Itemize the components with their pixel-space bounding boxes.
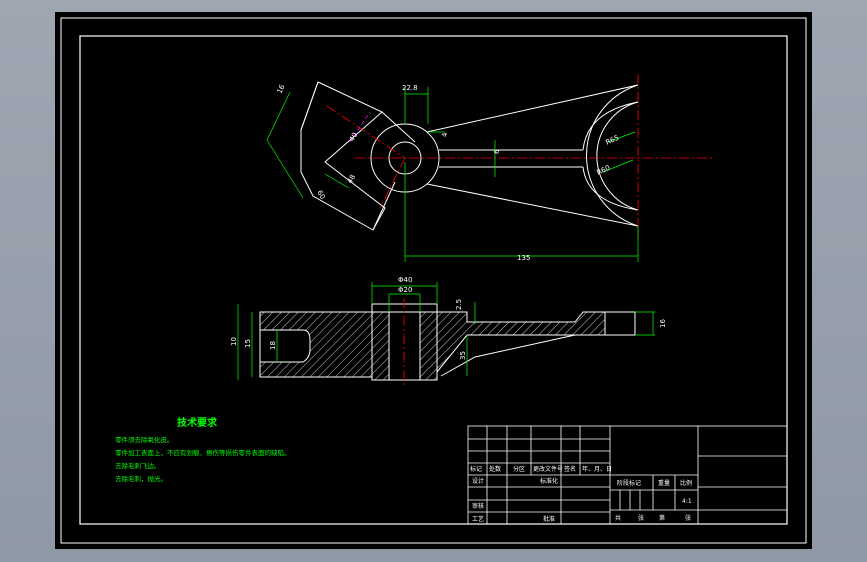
bore [388, 311, 421, 381]
tb-header-0: 标记 [470, 465, 482, 473]
fork-slot-ends [579, 149, 583, 168]
slot-lines [439, 149, 579, 168]
dim-line-16 [266, 91, 291, 141]
tb-standardize: 标准化 [540, 477, 558, 485]
tech-requirements: 技术要求 零件须去除氧化皮。 零件加工表面上，不应有划痕、擦伤等损伤零件表面的缺… [115, 416, 291, 483]
dim-text-phi40: Φ40 [398, 276, 412, 284]
arm-top-edge [381, 111, 416, 143]
top-view [300, 81, 639, 231]
section-hub-right-hatch [419, 311, 438, 381]
fork-transitions [582, 101, 639, 211]
dim-text-16: 16 [276, 83, 287, 95]
title-block-text: 标记 处数 分区 更改文件号 签名 年、月、日 设计 标准化 审核 工艺 批准 … [470, 465, 692, 523]
dim-text-h10: 10 [230, 337, 238, 346]
drawing-sheet: 22.8 135 16 60 48 40 6 4 R65 R60 Φ40 Φ20… [55, 12, 812, 549]
dim-text-h35: 35 [459, 351, 467, 360]
tb-sheets-of: 张 [638, 514, 644, 522]
dim-text-60: 60 [315, 189, 326, 201]
tech-item-4: 去除毛刺，抛光。 [115, 474, 167, 483]
dim-text-h18: 18 [269, 341, 277, 350]
tb-sheet-unit: 张 [685, 514, 691, 522]
tb-sheets-total: 共 [615, 514, 621, 522]
dim-text-h15: 15 [244, 339, 252, 348]
dim-text-48: 48 [346, 173, 357, 185]
cad-canvas: 22.8 135 16 60 48 40 6 4 R65 R60 Φ40 Φ20… [60, 17, 807, 544]
tech-item-2: 零件加工表面上，不应有划痕、擦伤等损伤零件表面的缺陷。 [115, 448, 291, 457]
fork-end [605, 311, 636, 336]
tb-scale-value: 4:1 [682, 498, 692, 505]
fork-outer-arc [586, 84, 639, 227]
arm-edge [300, 81, 319, 131]
tb-review: 审核 [472, 502, 484, 510]
arm-centerline-2 [379, 157, 406, 209]
tb-header-5: 年、月、日 [582, 465, 612, 473]
dim-text-22: 22.8 [402, 84, 418, 92]
tb-sheet-no: 第 [659, 514, 665, 522]
section-view [259, 298, 636, 388]
dim-text-135: 135 [517, 254, 530, 262]
tech-title: 技术要求 [177, 416, 218, 429]
angled-arm-outline [300, 81, 386, 231]
section-hub-left-hatch [371, 311, 390, 381]
body-bottom-edge [426, 183, 639, 227]
tb-stage-mark: 阶段标记 [617, 479, 641, 487]
tech-item-1: 零件须去除氧化皮。 [115, 435, 174, 444]
dim-text-4: 4 [441, 132, 449, 137]
tb-design: 设计 [472, 477, 484, 485]
outer-border [60, 17, 807, 544]
tb-process: 工艺 [472, 515, 484, 523]
tb-header-1: 处数 [489, 465, 501, 473]
dim-text-phi20: Φ20 [398, 286, 412, 294]
top-view-dimensions [266, 87, 639, 262]
tb-scale: 比例 [680, 479, 692, 487]
tech-item-3: 去除毛刺飞边。 [115, 461, 161, 470]
fork-inner-arc [596, 101, 639, 211]
dim-text-r65: R65 [604, 134, 620, 147]
tb-approve: 批准 [543, 515, 555, 523]
title-block [467, 425, 788, 525]
tb-header-4: 签名 [564, 465, 576, 473]
tb-weight: 重量 [658, 479, 670, 487]
dim-text-6: 6 [493, 149, 501, 154]
dim-text-2-5: 2.5 [455, 299, 463, 310]
tb-header-3: 更改文件号 [533, 465, 563, 473]
top-view-centerlines [326, 74, 715, 237]
dim-line-60 [266, 139, 304, 199]
dim-text-h16: 16 [659, 319, 667, 328]
section-right-hatch [436, 311, 606, 374]
tb-header-2: 分区 [513, 465, 525, 473]
